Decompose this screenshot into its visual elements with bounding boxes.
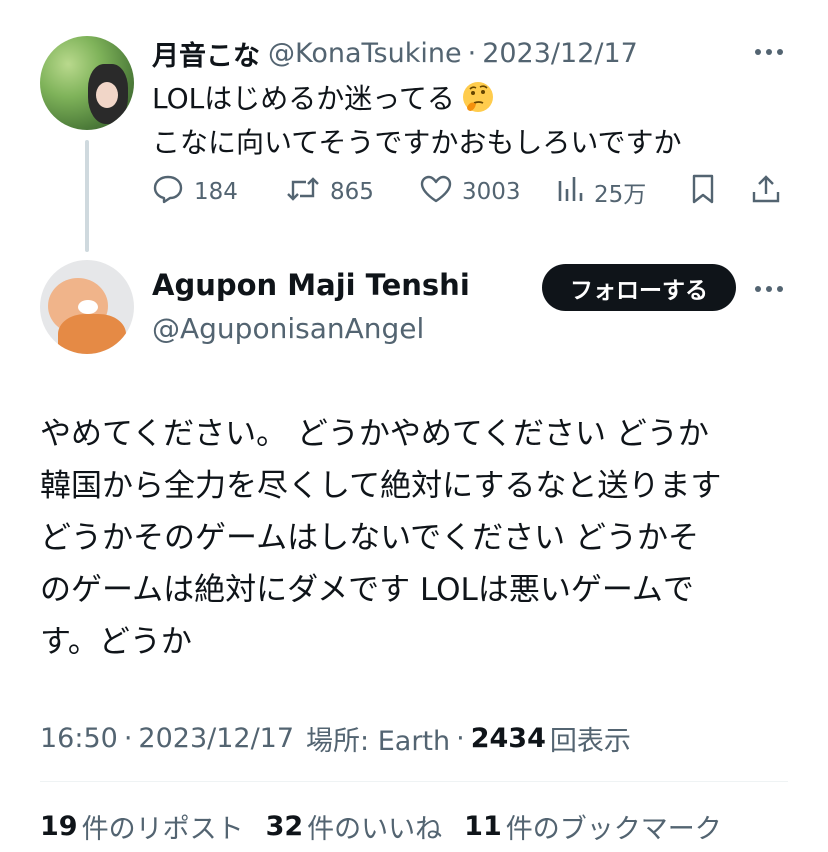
bookmarks-stat[interactable]: 11 件のブックマーク xyxy=(464,807,722,846)
view-count: 25万 xyxy=(594,182,647,208)
likes-stat[interactable]: 32 件のいいね xyxy=(266,807,443,846)
bookmarks-count: 11 xyxy=(464,810,502,842)
header-separator: · xyxy=(467,37,477,69)
views-button[interactable]: 25万 xyxy=(556,170,646,214)
thread-connector xyxy=(85,140,89,252)
tweet-meta: 16:50 · 2023/12/17 場所: Earth · 2434 回表示 xyxy=(40,716,631,760)
reposts-stat[interactable]: 19 件のリポスト xyxy=(40,807,244,846)
tweet-date[interactable]: 2023/12/17 xyxy=(138,723,294,754)
author-more-icon[interactable] xyxy=(754,281,784,295)
tweet-text-line-4: のゲームは絶対にダメです LOLは悪いゲームで xyxy=(40,572,694,608)
tweet-text-line-1: やめてください。 どうかやめてください どうか xyxy=(40,416,709,452)
views-label: 回表示 xyxy=(549,725,631,757)
parent-text-line-1: LOLはじめるか迷ってる xyxy=(152,82,455,115)
bookmark-button[interactable] xyxy=(690,170,726,214)
divider xyxy=(40,781,788,782)
share-button[interactable] xyxy=(750,170,792,214)
likes-count: 32 xyxy=(265,810,304,842)
parent-tweet-text: LOLはじめるか迷ってる こなに向いてそうですかおもしろいですか xyxy=(152,77,681,165)
reply-button[interactable]: 184 xyxy=(152,170,238,214)
reposts-label: 件のリポスト xyxy=(81,813,244,845)
main-tweet-text: やめてください。 どうかやめてください どうか 韓国から全力を尽くして絶対にする… xyxy=(40,408,800,668)
meta-separator: · xyxy=(123,722,133,754)
parent-date[interactable]: 2023/12/17 xyxy=(482,38,638,69)
thinking-face-icon xyxy=(461,80,495,114)
follow-button[interactable]: フォローする xyxy=(542,264,736,311)
bookmarks-label: 件のブックマーク xyxy=(505,813,722,845)
parent-text-line-2: こなに向いてそうですかおもしろいですか xyxy=(152,126,682,159)
parent-tweet-header: 月音こな @KonaTsukine · 2023/12/17 xyxy=(152,34,638,73)
repost-button[interactable]: 865 xyxy=(286,170,374,214)
repost-icon xyxy=(286,175,330,209)
parent-display-name[interactable]: 月音こな xyxy=(152,34,260,73)
like-count: 3003 xyxy=(462,179,521,205)
author-avatar[interactable] xyxy=(40,260,134,354)
repost-count: 865 xyxy=(330,179,374,205)
tweet-text-line-2: 韓国から全力を尽くして絶対にするなと送ります xyxy=(40,468,722,504)
tweet-text-line-5: す。どうか xyxy=(40,624,192,660)
tweet-text-line-3: どうかそのゲームはしないでください どうかそ xyxy=(40,520,699,556)
parent-more-icon[interactable] xyxy=(754,44,784,58)
bookmark-icon xyxy=(690,173,726,211)
author-display-name[interactable]: Agupon Maji Tenshi xyxy=(152,268,470,302)
reposts-count: 19 xyxy=(40,810,78,842)
reply-count: 184 xyxy=(194,179,238,205)
parent-handle[interactable]: @KonaTsukine xyxy=(268,38,462,69)
tweet-time[interactable]: 16:50 xyxy=(40,723,118,754)
parent-action-bar: 184 865 3003 25万 xyxy=(152,170,792,214)
reply-icon xyxy=(152,174,194,210)
author-handle[interactable]: @AguponisanAngel xyxy=(152,312,424,345)
parent-avatar[interactable] xyxy=(40,36,134,130)
analytics-icon xyxy=(556,175,594,209)
likes-label: 件のいいね xyxy=(307,813,443,845)
heart-icon xyxy=(420,175,462,209)
engagement-stats: 19 件のリポスト 32 件のいいね 11 件のブックマーク xyxy=(40,804,744,848)
views-count: 2434 xyxy=(470,722,546,754)
like-button[interactable]: 3003 xyxy=(420,170,521,214)
meta-separator: · xyxy=(456,722,465,754)
share-icon xyxy=(750,173,792,211)
tweet-location: 場所: Earth xyxy=(306,725,451,757)
